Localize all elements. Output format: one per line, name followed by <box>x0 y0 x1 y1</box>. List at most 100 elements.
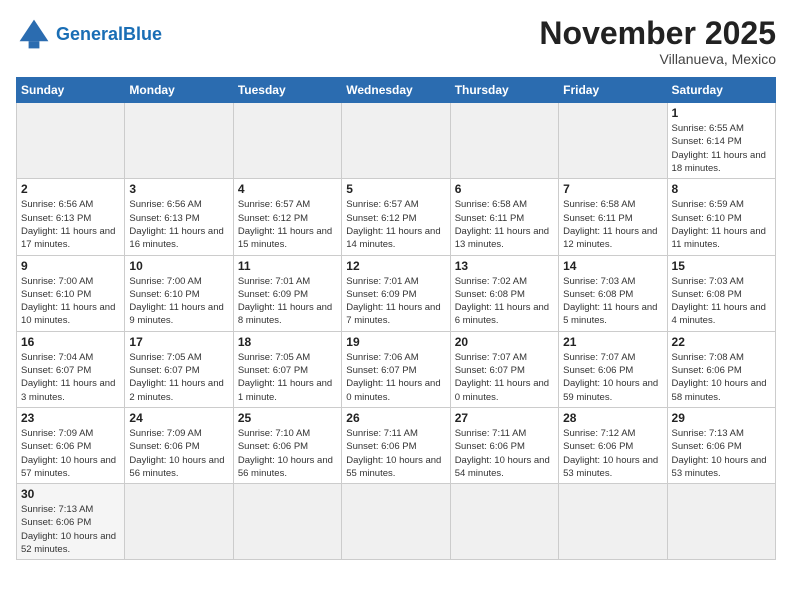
table-row: 20 Sunrise: 7:07 AMSunset: 6:07 PMDayligh… <box>450 331 558 407</box>
table-row: 10Sunrise: 7:00 AMSunset: 6:10 PMDayligh… <box>125 255 233 331</box>
table-row <box>667 484 775 560</box>
day-info: Sunrise: 7:06 AMSunset: 6:07 PMDaylight:… <box>346 351 445 404</box>
day-number: 1 <box>672 106 771 120</box>
logo-general: General <box>56 24 123 44</box>
table-row <box>17 103 125 179</box>
col-monday: Monday <box>125 78 233 103</box>
table-row: 3Sunrise: 6:56 AMSunset: 6:13 PMDaylight… <box>125 179 233 255</box>
table-row <box>450 484 558 560</box>
day-info: Sunrise: 6:57 AMSunset: 6:12 PMDaylight:… <box>238 198 337 251</box>
day-info: Sunrise: 7:10 AMSunset: 6:06 PMDaylight:… <box>238 427 337 480</box>
location: Villanueva, Mexico <box>539 51 776 67</box>
table-row: 21Sunrise: 7:07 AMSunset: 6:06 PMDayligh… <box>559 331 667 407</box>
table-row: 6Sunrise: 6:58 AMSunset: 6:11 PMDaylight… <box>450 179 558 255</box>
day-info: Sunrise: 7:03 AMSunset: 6:08 PMDaylight:… <box>672 275 771 328</box>
day-number: 11 <box>238 259 337 273</box>
day-info: Sunrise: 6:55 AMSunset: 6:14 PMDaylight:… <box>672 122 771 175</box>
logo-blue: Blue <box>123 24 162 44</box>
table-row: 8 Sunrise: 6:59 AMSunset: 6:10 PMDaylight… <box>667 179 775 255</box>
table-row: 4 Sunrise: 6:57 AMSunset: 6:12 PMDaylight… <box>233 179 341 255</box>
col-saturday: Saturday <box>667 78 775 103</box>
calendar-header-row: Sunday Monday Tuesday Wednesday Thursday… <box>17 78 776 103</box>
table-row <box>233 103 341 179</box>
table-row: 24 Sunrise: 7:09 AMSunset: 6:06 PMDayligh… <box>125 407 233 483</box>
table-row: 11Sunrise: 7:01 AMSunset: 6:09 PMDayligh… <box>233 255 341 331</box>
day-info: Sunrise: 7:13 AMSunset: 6:06 PMDaylight:… <box>672 427 771 480</box>
day-info: Sunrise: 7:11 AMSunset: 6:06 PMDaylight:… <box>346 427 445 480</box>
day-number: 13 <box>455 259 554 273</box>
day-number: 5 <box>346 182 445 196</box>
day-info: Sunrise: 7:01 AMSunset: 6:09 PMDaylight:… <box>346 275 445 328</box>
table-row <box>559 103 667 179</box>
col-friday: Friday <box>559 78 667 103</box>
day-number: 28 <box>563 411 662 425</box>
day-info: Sunrise: 7:07 AMSunset: 6:07 PMDaylight:… <box>455 351 554 404</box>
table-row: 9Sunrise: 7:00 AMSunset: 6:10 PMDaylight… <box>17 255 125 331</box>
page: GeneralBlue November 2025 Villanueva, Me… <box>0 0 792 612</box>
table-row: 14Sunrise: 7:03 AMSunset: 6:08 PMDayligh… <box>559 255 667 331</box>
day-info: Sunrise: 7:04 AMSunset: 6:07 PMDaylight:… <box>21 351 120 404</box>
table-row: 28 Sunrise: 7:12 AMSunset: 6:06 PMDayligh… <box>559 407 667 483</box>
table-row: 13Sunrise: 7:02 AMSunset: 6:08 PMDayligh… <box>450 255 558 331</box>
col-wednesday: Wednesday <box>342 78 450 103</box>
day-number: 8 <box>672 182 771 196</box>
table-row: 30Sunrise: 7:13 AMSunset: 6:06 PMDayligh… <box>17 484 125 560</box>
day-info: Sunrise: 6:59 AMSunset: 6:10 PMDaylight:… <box>672 198 771 251</box>
day-info: Sunrise: 7:08 AMSunset: 6:06 PMDaylight:… <box>672 351 771 404</box>
day-number: 23 <box>21 411 120 425</box>
day-number: 22 <box>672 335 771 349</box>
table-row: 5Sunrise: 6:57 AMSunset: 6:12 PMDaylight… <box>342 179 450 255</box>
day-info: Sunrise: 7:00 AMSunset: 6:10 PMDaylight:… <box>21 275 120 328</box>
table-row <box>233 484 341 560</box>
title-block: November 2025 Villanueva, Mexico <box>539 16 776 67</box>
day-number: 24 <box>129 411 228 425</box>
table-row: 25 Sunrise: 7:10 AMSunset: 6:06 PMDayligh… <box>233 407 341 483</box>
table-row: 15 Sunrise: 7:03 AMSunset: 6:08 PMDayligh… <box>667 255 775 331</box>
month-title: November 2025 <box>539 16 776 51</box>
day-number: 7 <box>563 182 662 196</box>
table-row <box>125 484 233 560</box>
day-number: 15 <box>672 259 771 273</box>
col-thursday: Thursday <box>450 78 558 103</box>
day-number: 25 <box>238 411 337 425</box>
table-row: 2 Sunrise: 6:56 AMSunset: 6:13 PMDaylight… <box>17 179 125 255</box>
day-number: 3 <box>129 182 228 196</box>
calendar-table: Sunday Monday Tuesday Wednesday Thursday… <box>16 77 776 560</box>
day-info: Sunrise: 6:58 AMSunset: 6:11 PMDaylight:… <box>563 198 662 251</box>
table-row <box>125 103 233 179</box>
day-number: 19 <box>346 335 445 349</box>
day-info: Sunrise: 7:03 AMSunset: 6:08 PMDaylight:… <box>563 275 662 328</box>
day-info: Sunrise: 7:05 AMSunset: 6:07 PMDaylight:… <box>238 351 337 404</box>
table-row: 12Sunrise: 7:01 AMSunset: 6:09 PMDayligh… <box>342 255 450 331</box>
logo: GeneralBlue <box>16 16 162 52</box>
day-number: 6 <box>455 182 554 196</box>
table-row <box>342 484 450 560</box>
day-number: 18 <box>238 335 337 349</box>
table-row: 7 Sunrise: 6:58 AMSunset: 6:11 PMDaylight… <box>559 179 667 255</box>
day-number: 17 <box>129 335 228 349</box>
day-info: Sunrise: 7:00 AMSunset: 6:10 PMDaylight:… <box>129 275 228 328</box>
day-info: Sunrise: 7:09 AMSunset: 6:06 PMDaylight:… <box>129 427 228 480</box>
day-number: 26 <box>346 411 445 425</box>
day-info: Sunrise: 7:12 AMSunset: 6:06 PMDaylight:… <box>563 427 662 480</box>
table-row: 16Sunrise: 7:04 AMSunset: 6:07 PMDayligh… <box>17 331 125 407</box>
day-number: 29 <box>672 411 771 425</box>
table-row <box>450 103 558 179</box>
col-sunday: Sunday <box>17 78 125 103</box>
table-row <box>559 484 667 560</box>
day-info: Sunrise: 7:09 AMSunset: 6:06 PMDaylight:… <box>21 427 120 480</box>
day-number: 20 <box>455 335 554 349</box>
day-number: 21 <box>563 335 662 349</box>
table-row: 27Sunrise: 7:11 AMSunset: 6:06 PMDayligh… <box>450 407 558 483</box>
table-row: 17Sunrise: 7:05 AMSunset: 6:07 PMDayligh… <box>125 331 233 407</box>
table-row: 18 Sunrise: 7:05 AMSunset: 6:07 PMDayligh… <box>233 331 341 407</box>
day-info: Sunrise: 6:56 AMSunset: 6:13 PMDaylight:… <box>21 198 120 251</box>
table-row: 19 Sunrise: 7:06 AMSunset: 6:07 PMDayligh… <box>342 331 450 407</box>
logo-text: GeneralBlue <box>56 25 162 43</box>
day-number: 4 <box>238 182 337 196</box>
table-row <box>342 103 450 179</box>
day-info: Sunrise: 7:13 AMSunset: 6:06 PMDaylight:… <box>21 503 120 556</box>
header: GeneralBlue November 2025 Villanueva, Me… <box>16 16 776 67</box>
day-number: 2 <box>21 182 120 196</box>
table-row: 22 Sunrise: 7:08 AMSunset: 6:06 PMDayligh… <box>667 331 775 407</box>
